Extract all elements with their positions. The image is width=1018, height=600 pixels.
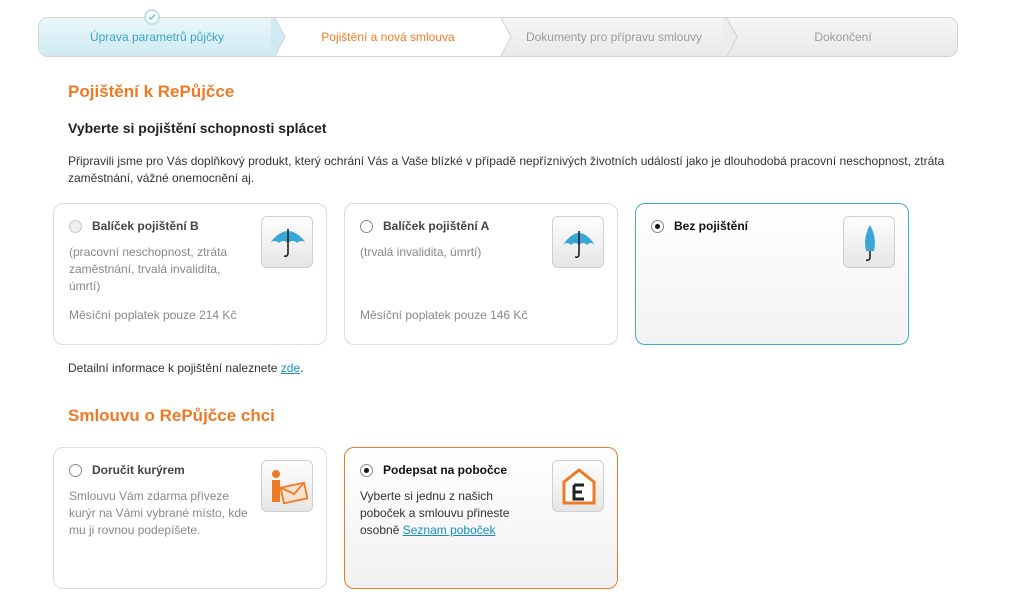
chevron-separator-icon — [271, 18, 286, 56]
insurance-option-none-radio[interactable] — [651, 220, 664, 233]
insurance-option-b-desc: (pracovní neschopnost, ztráta zaměstnání… — [69, 245, 228, 293]
branch-house-icon — [552, 460, 604, 512]
insurance-option-a-desc: (trvalá invalidita, úmrtí) — [360, 245, 482, 259]
contract-option-courier-title: Doručit kurýrem — [92, 463, 185, 477]
insurance-option-none[interactable]: Bez pojištění — [635, 203, 909, 345]
insurance-option-none-title: Bez pojištění — [674, 219, 749, 233]
contract-option-branch-title: Podepsat na pobočce — [383, 463, 508, 477]
contract-option-branch-desc: Vyberte si jednu z našich poboček a smlo… — [360, 489, 510, 537]
contract-title: Smlouvu o RePůjčce chci — [68, 406, 275, 425]
insurance-subtitle: Vyberte si pojištění schopnosti splácet — [68, 120, 327, 136]
umbrella-open-icon — [261, 216, 313, 268]
insurance-option-b-title: Balíček pojištění B — [92, 219, 199, 233]
contract-option-courier-radio[interactable] — [69, 464, 82, 477]
courier-envelope-icon — [261, 460, 313, 512]
insurance-detail-note: Detailní informace k pojištění naleznete… — [68, 361, 304, 375]
umbrella-closed-icon — [843, 216, 895, 268]
contract-option-courier-desc: Smlouvu Vám zdarma přiveze kurýr na Vámi… — [69, 489, 248, 537]
contract-option-courier[interactable]: Doručit kurýrem Smlouvu Vám zdarma přive… — [53, 447, 327, 589]
insurance-option-b-fee: Měsíční poplatek pouze 214 Kč — [69, 308, 237, 322]
chevron-separator-icon — [497, 18, 512, 56]
contract-option-branch[interactable]: Podepsat na pobočce Vyberte si jednu z n… — [344, 447, 618, 589]
step-3: Dokumenty pro přípravu smlouvy — [501, 18, 727, 56]
insurance-intro: Připravili jsme pro Vás doplňkový produk… — [68, 154, 945, 185]
step-4: Dokončení — [727, 18, 957, 56]
step-1[interactable]: Úprava parametrů půjčky — [39, 18, 275, 56]
insurance-option-a-fee: Měsíční poplatek pouze 146 Kč — [360, 308, 528, 322]
step-2: Pojištění a nová smlouva — [275, 18, 501, 56]
umbrella-open-icon — [552, 216, 604, 268]
insurance-detail-link[interactable]: zde — [281, 361, 300, 375]
step-done-check-icon — [144, 9, 160, 25]
contract-option-branch-radio[interactable] — [360, 464, 373, 477]
insurance-option-b-radio[interactable] — [69, 220, 82, 233]
insurance-option-a-title: Balíček pojištění A — [383, 219, 490, 233]
insurance-option-a[interactable]: Balíček pojištění A (trvalá invalidita, … — [344, 203, 618, 345]
insurance-option-a-radio[interactable] — [360, 220, 373, 233]
progress-steps: Úprava parametrů půjčky Pojištění a nová… — [38, 17, 958, 57]
insurance-option-b[interactable]: Balíček pojištění B (pracovní neschopnos… — [53, 203, 327, 345]
insurance-title: Pojištění k RePůjčce — [68, 82, 235, 101]
chevron-separator-icon — [723, 18, 738, 56]
branch-list-link[interactable]: Seznam poboček — [403, 523, 496, 537]
